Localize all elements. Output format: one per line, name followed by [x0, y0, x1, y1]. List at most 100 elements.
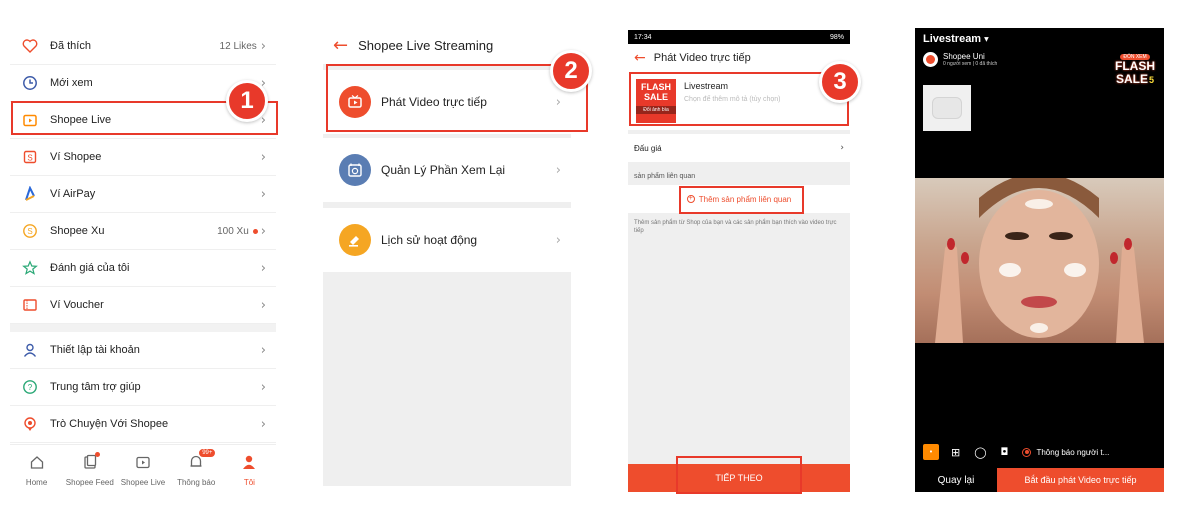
history-icon: [339, 224, 371, 256]
chevron-right-icon: ›: [555, 232, 561, 248]
bag-count: •: [929, 448, 933, 456]
menu-item-v-airpay[interactable]: Ví AirPay ›: [10, 176, 276, 213]
notification-badge: 99+: [198, 448, 217, 458]
menu-item-v-shopee[interactable]: S Ví Shopee ›: [10, 139, 276, 176]
auction-row[interactable]: Đấu giá ›: [628, 134, 850, 162]
notify-dot-icon: [1022, 447, 1032, 457]
header: ← Phát Video trực tiếp: [628, 44, 850, 72]
clock-icon: [20, 73, 40, 93]
back-button-label: Quay lại: [937, 474, 975, 486]
user-icon: [20, 340, 40, 360]
shop-name: Shopee Uni: [943, 52, 985, 61]
feed-icon: [82, 452, 100, 475]
page-title: Shopee Live Streaming: [358, 37, 494, 53]
nav-item-shopee-feed[interactable]: Shopee Feed: [63, 445, 116, 496]
menu-item-v-voucher[interactable]: Ví Voucher ›: [10, 287, 276, 324]
chevron-right-icon: ›: [260, 416, 266, 432]
live-preview-screen: Livestream ▼ Shopee Uni 0 người xem | 0 …: [915, 28, 1164, 492]
nav-item-home[interactable]: Home: [10, 445, 63, 496]
auction-label: Đấu giá: [634, 143, 662, 153]
related-products-label: sản phẩm liên quan: [634, 173, 696, 180]
page-title: Phát Video trực tiếp: [653, 52, 751, 64]
menu-item--nh-gi-c-a-t-i[interactable]: Đánh giá của tôi ›: [10, 250, 276, 287]
wallet-icon: S: [20, 147, 40, 167]
title-row: Livestream ▼: [923, 33, 989, 45]
nav-item-label: Tôi: [243, 478, 255, 487]
nav-item-th-ng-b-o[interactable]: 99+ Thông báo: [170, 445, 223, 496]
shopping-bag-icon[interactable]: •: [923, 444, 939, 460]
face-illustration: [935, 173, 1144, 343]
back-button[interactable]: Quay lại: [915, 468, 997, 492]
shop-stats: 0 người xem | 0 đã thích: [943, 61, 998, 67]
menu-item--th-ch[interactable]: Đã thích 12 Likes ›: [10, 28, 276, 65]
notify-followers-button[interactable]: Thông báo người t...: [1036, 448, 1109, 457]
notification-dot-icon: [94, 452, 100, 457]
svg-text:S: S: [27, 227, 32, 236]
camera-switch-icon[interactable]: ◘: [1001, 447, 1009, 458]
caret-down-icon[interactable]: ▼: [984, 36, 989, 43]
header: ← Shopee Live Streaming: [323, 26, 571, 64]
airpay-icon: [20, 184, 40, 204]
chevron-right-icon: ›: [260, 186, 266, 202]
menu-item-label: Ví Shopee: [50, 151, 102, 163]
nav-item-label: Home: [25, 478, 48, 487]
bell-icon: 99+: [188, 448, 217, 475]
menu-item-label: Ví AirPay: [50, 188, 96, 200]
chevron-right-icon: ›: [555, 162, 561, 178]
badge-sale-row: SALE 5: [1116, 73, 1154, 86]
menu-item-thi-t-l-p-t-i-kho-n[interactable]: Thiết lập tài khoản ›: [10, 332, 276, 369]
shop-text: Shopee Uni 0 người xem | 0 đã thích: [943, 52, 997, 67]
row-label: Quản Lý Phần Xem Lại: [381, 163, 506, 177]
menu-item-tr-chuy-n-v-i-shopee[interactable]: Trò Chuyện Với Shopee ›: [10, 406, 276, 443]
nav-item-t-i[interactable]: Tôi: [223, 445, 276, 496]
bottom-navigation: Home Shopee Feed Shopee Live 99+ Thông báo Tô…: [10, 444, 276, 496]
menu-item-shopee-xu[interactable]: S Shopee Xu 100 Xu ›: [10, 213, 276, 250]
replay-icon: [339, 154, 371, 186]
step-badge-2: 2: [550, 50, 592, 92]
chevron-right-icon: ›: [260, 38, 266, 54]
status-bar: 17:34 98%: [628, 30, 850, 44]
tutorial-stage: Đã thích 12 Likes › Mới xem › Shopee Live › S Ví…: [0, 0, 1192, 532]
menu-item-label: Mới xem: [50, 77, 93, 89]
grid-icon[interactable]: ⊞: [951, 446, 960, 459]
back-arrow-icon[interactable]: ←: [333, 35, 348, 56]
back-arrow-icon[interactable]: ←: [634, 50, 646, 66]
voucher-icon: [20, 295, 40, 315]
nav-item-label: Shopee Feed: [65, 478, 114, 487]
menu-item-value: 100 Xu: [217, 225, 249, 237]
menu-item-trung-t-m-tr-gi-p[interactable]: ? Trung tâm trợ giúp ›: [10, 369, 276, 406]
chevron-right-icon: ›: [260, 149, 266, 165]
live-toolbar: • ⊞ ◯ ◘ Thông báo người t...: [915, 440, 1164, 464]
nav-item-shopee-live[interactable]: Shopee Live: [116, 445, 169, 496]
notification-dot-icon: [252, 228, 258, 234]
camera-preview: [915, 173, 1164, 343]
home-icon: [29, 454, 45, 475]
person-icon: [241, 454, 257, 475]
menu-item-label: Đã thích: [50, 40, 91, 52]
chevron-right-icon: ›: [260, 342, 266, 358]
section-divider: [10, 324, 276, 332]
status-battery: 98%: [829, 33, 844, 41]
chat-icon: [20, 414, 40, 434]
menu-item-label: Ví Voucher: [50, 299, 104, 311]
row-manage-replays[interactable]: Quản Lý Phần Xem Lại ›: [323, 138, 571, 202]
product-thumbnail[interactable]: [923, 85, 971, 131]
start-live-button[interactable]: Bắt đầu phát Video trực tiếp: [997, 468, 1164, 492]
star-icon: [20, 258, 40, 278]
cream-jar-image: [932, 97, 962, 119]
badge-sale-text: SALE: [1115, 72, 1148, 86]
nav-item-label: Thông báo: [177, 478, 216, 487]
chevron-right-icon: ›: [260, 379, 266, 395]
badge-number: 5: [1149, 74, 1155, 85]
row-activity-history[interactable]: Lịch sử hoạt động ›: [323, 208, 571, 272]
coin-icon: S: [20, 221, 40, 241]
nav-item-label: Shopee Live: [120, 478, 166, 487]
heart-icon: [20, 36, 40, 56]
help-icon: ?: [20, 377, 40, 397]
whatsapp-icon[interactable]: ◯: [974, 446, 986, 459]
chevron-right-icon: ›: [840, 143, 844, 153]
menu-item-label: Trò Chuyện Với Shopee: [50, 418, 169, 430]
shop-info: Shopee Uni 0 người xem | 0 đã thích: [923, 52, 997, 67]
row-label: Lịch sử hoạt động: [381, 233, 478, 247]
menu-item-label: Shopee Xu: [50, 225, 105, 237]
